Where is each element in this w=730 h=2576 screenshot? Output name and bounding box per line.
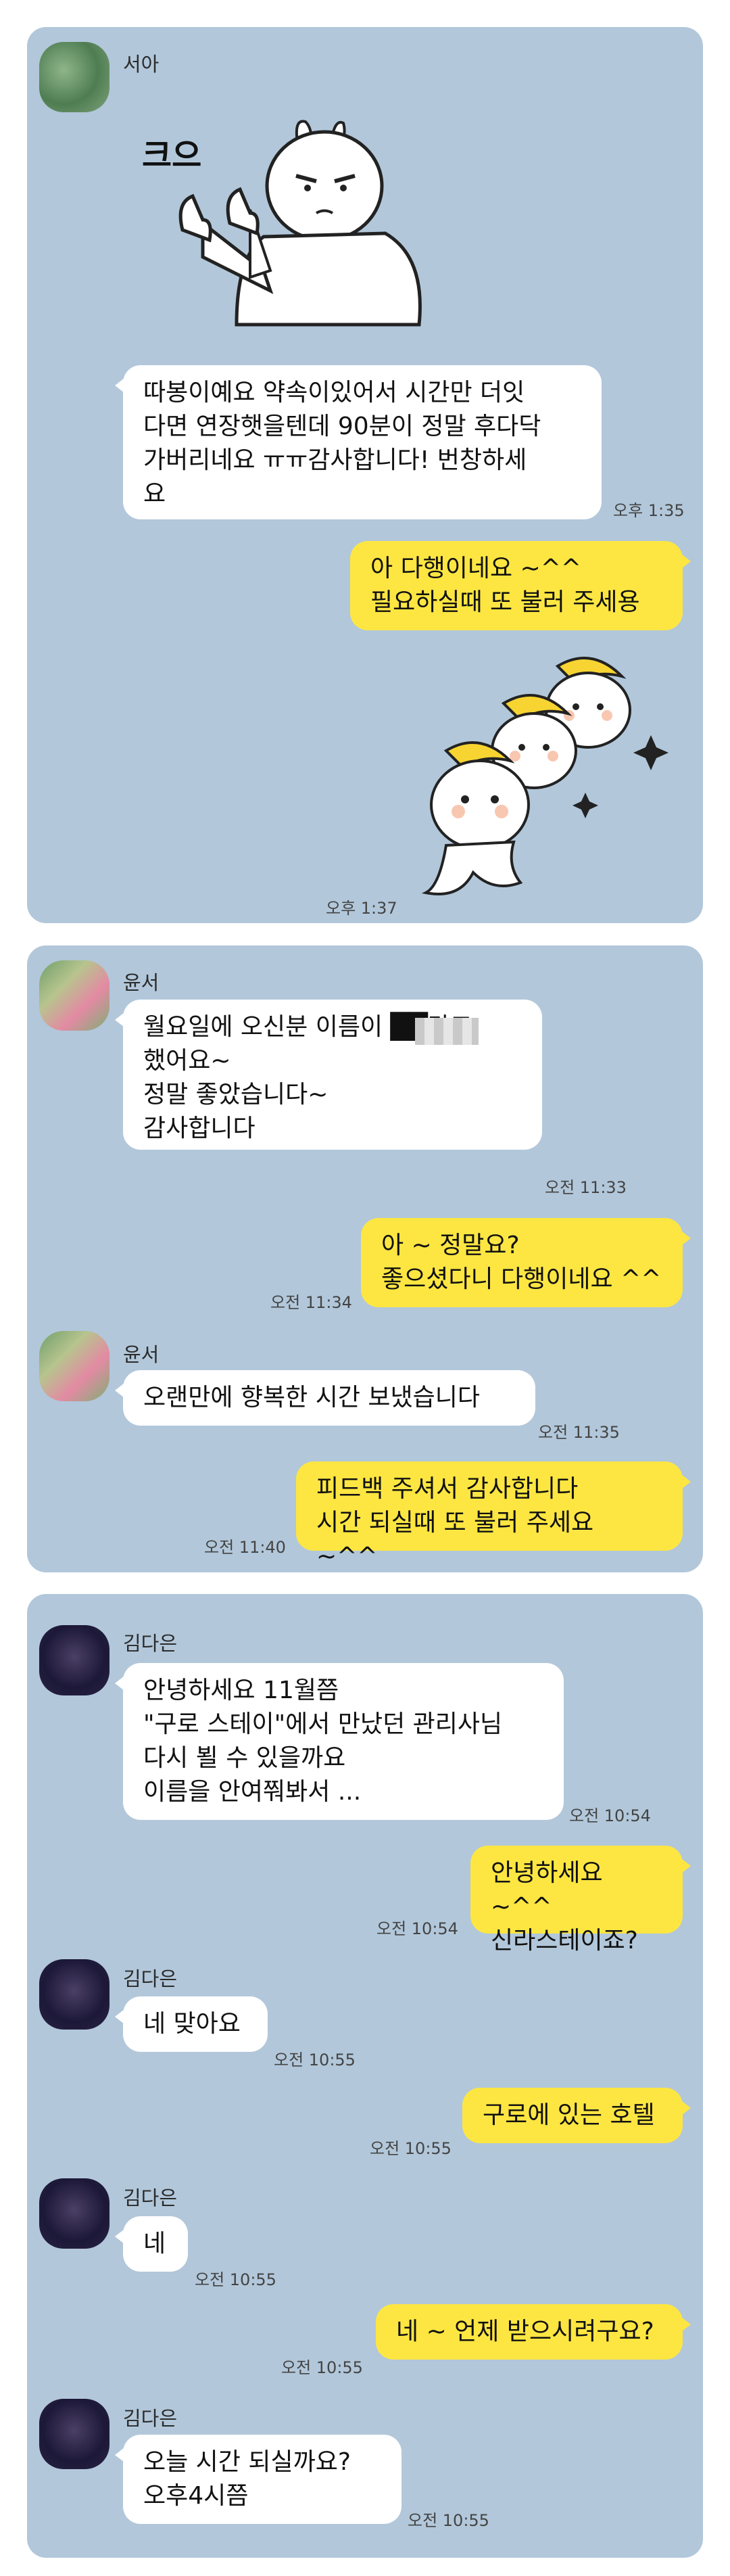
message-bubble[interactable]: 안녕하세요 11월쯤 "구로 스테이"에서 만났던 관리사님 다시 뵐 수 있을… <box>115 1663 564 1820</box>
message-bubble[interactable]: 네 <box>115 2216 188 2272</box>
avatar[interactable] <box>39 2399 110 2469</box>
avatar[interactable] <box>39 2178 110 2249</box>
avatar[interactable] <box>39 1959 110 2030</box>
message-time: 오전 10:54 <box>569 1806 651 1825</box>
sender-name: 윤서 <box>123 1343 160 1366</box>
chat-panel-2: 윤서 월요일에 오신분 이름이 ██라고 했어요~ 정말 좋았습니다~ 감사합니… <box>27 945 703 1572</box>
my-message-bubble[interactable]: 아 다행이네요 ~^^ 필요하실때 또 불러 주세용 <box>350 541 691 630</box>
message-time: 오전 10:55 <box>195 2270 276 2289</box>
my-message-bubble[interactable]: 아 ~ 정말요? 좋으셨다니 다행이네요 ^^ <box>361 1218 691 1307</box>
message-bubble[interactable]: 네 맞아요 <box>115 1996 268 2052</box>
sender-name: 윤서 <box>123 971 160 994</box>
message-time: 오후 1:35 <box>613 501 685 520</box>
message-time: 오전 11:40 <box>204 1538 286 1557</box>
message-bubble[interactable]: 오랜만에 향복한 시간 보냈습니다 <box>115 1370 535 1426</box>
chat-panel-1: 서아 크으 따봉이예요 약속이있어서 시간만 더잇 다면 연장햇을텐데 90분이… <box>27 27 703 923</box>
my-message-bubble[interactable]: 구로에 있는 호텔 <box>462 2088 691 2143</box>
message-time: 오전 11:34 <box>270 1293 352 1312</box>
message-time: 오전 10:54 <box>376 1919 458 1938</box>
sender-name: 김다은 <box>123 2407 178 2430</box>
sender-name: 김다은 <box>123 1632 178 1655</box>
message-time: 오전 10:55 <box>274 2051 356 2069</box>
message-time: 오전 11:35 <box>538 1423 620 1442</box>
avatar[interactable] <box>39 42 110 112</box>
message-time: 오전 11:33 <box>545 1178 627 1197</box>
my-message-bubble[interactable]: 피드백 주셔서 감사합니다 시간 되실때 또 불러 주세요 ~^^ <box>296 1461 691 1570</box>
message-time: 오전 10:55 <box>370 2139 452 2158</box>
message-bubble[interactable]: 따봉이예요 약속이있어서 시간만 더잇 다면 연장햇을텐데 90분이 정말 후다… <box>115 365 602 519</box>
sender-name: 서아 <box>123 53 160 76</box>
avatar[interactable] <box>39 1331 110 1401</box>
message-time: 오전 10:55 <box>281 2358 363 2377</box>
my-message-bubble[interactable]: 안녕하세요 ~^^ 신라스테이죠? <box>470 1846 691 1954</box>
message-bubble[interactable]: 오늘 시간 되실까요? 오후4시쯤 <box>115 2435 402 2524</box>
avatar[interactable] <box>39 960 110 1031</box>
message-time: 오후 1:37 <box>326 899 397 918</box>
sender-name: 김다은 <box>123 2186 178 2209</box>
message-time: 오전 10:55 <box>408 2511 489 2530</box>
avatar[interactable] <box>39 1625 110 1695</box>
banana-bunnies-sticker <box>419 649 689 910</box>
chat-panel-3: 김다은 안녕하세요 11월쯤 "구로 스테이"에서 만났던 관리사님 다시 뵐 … <box>27 1594 703 2558</box>
sender-name: 김다은 <box>123 1967 178 1990</box>
thumbs-up-sticker: 크으 <box>128 101 453 385</box>
my-message-bubble[interactable]: 네 ~ 언제 받으시려구요? <box>376 2304 691 2360</box>
blurred-name <box>415 1018 479 1045</box>
message-bubble[interactable]: 월요일에 오신분 이름이 ██라고 했어요~ 정말 좋았습니다~ 감사합니다 <box>115 1000 542 1150</box>
